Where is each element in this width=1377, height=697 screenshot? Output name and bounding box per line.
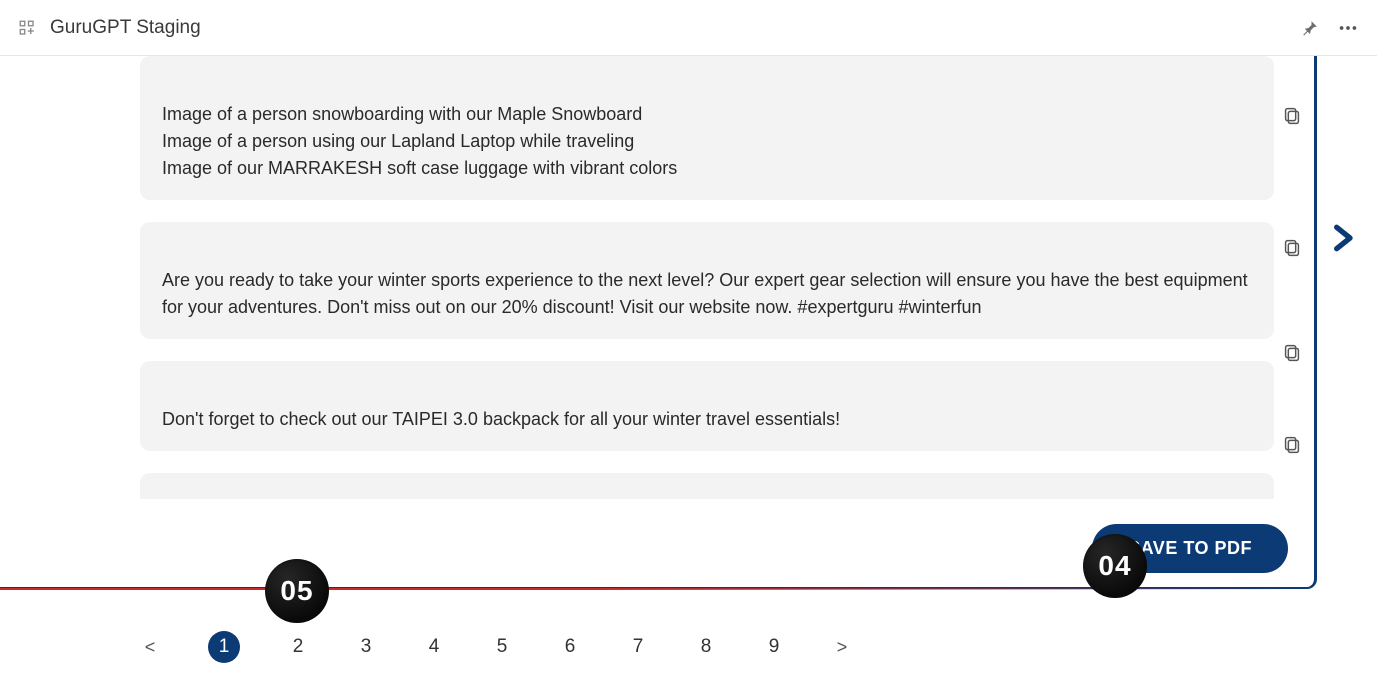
message-card: Image of a person snowboarding with our … (140, 56, 1274, 200)
pagination-page[interactable]: 1 (208, 631, 240, 663)
copy-icon[interactable] (1278, 102, 1306, 130)
pagination-page[interactable]: 6 (560, 636, 580, 658)
pagination-page[interactable]: 4 (424, 636, 444, 658)
message-card: instagram (140, 473, 1274, 499)
app-title: GuruGPT Staging (50, 17, 201, 39)
main-panel: Image of a person snowboarding with our … (0, 56, 1317, 589)
pagination-page[interactable]: 2 (288, 636, 308, 658)
message-text: Don't forget to check out our TAIPEI 3.0… (162, 409, 840, 429)
pagination-prev[interactable]: < (140, 637, 160, 658)
copy-icon[interactable] (1278, 234, 1306, 262)
step-badge-05: 05 (265, 559, 329, 623)
pagination-page[interactable]: 5 (492, 636, 512, 658)
pagination-page[interactable]: 3 (356, 636, 376, 658)
step-badge-04: 04 (1083, 534, 1147, 598)
message-card: Are you ready to take your winter sports… (140, 222, 1274, 339)
pagination: < 1 2 3 4 5 6 7 8 9 > (140, 625, 1317, 669)
app-header: GuruGPT Staging (0, 0, 1377, 56)
copy-icon[interactable] (1278, 339, 1306, 367)
copy-icon[interactable] (1278, 431, 1306, 459)
message-card: Don't forget to check out our TAIPEI 3.0… (140, 361, 1274, 451)
more-horizontal-icon[interactable] (1337, 17, 1359, 39)
apps-grid-icon[interactable] (18, 19, 36, 37)
chevron-right-icon[interactable] (1325, 216, 1359, 260)
content-area: Image of a person snowboarding with our … (0, 56, 1377, 697)
message-text: Image of a person snowboarding with our … (162, 104, 677, 178)
pagination-next[interactable]: > (832, 637, 852, 658)
pin-icon[interactable] (1299, 17, 1321, 39)
pagination-page[interactable]: 8 (696, 636, 716, 658)
pagination-page[interactable]: 7 (628, 636, 648, 658)
pagination-page[interactable]: 9 (764, 636, 784, 658)
copy-button-column (1278, 56, 1310, 587)
message-text: Are you ready to take your winter sports… (162, 270, 1248, 317)
message-list: Image of a person snowboarding with our … (140, 56, 1274, 499)
